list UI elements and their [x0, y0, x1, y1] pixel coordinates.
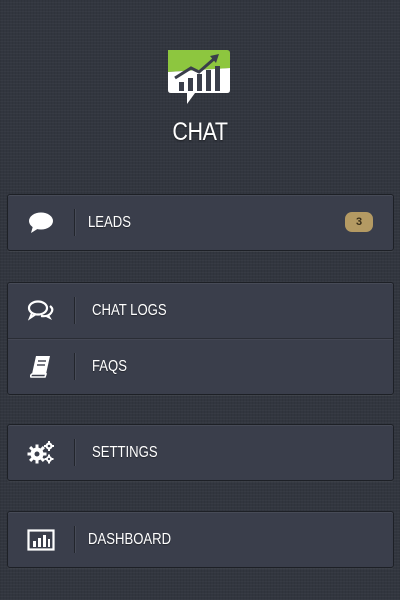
- gears-icon: [8, 425, 74, 480]
- menu-item-label: LEADS: [88, 214, 132, 231]
- item-divider: [74, 297, 75, 324]
- content-group: CHAT LOGS FAQS: [7, 282, 394, 395]
- menu-item-faqs[interactable]: FAQS: [8, 338, 393, 394]
- menu-item-label: CHAT LOGS: [92, 302, 167, 319]
- menu-item-label: FAQS: [92, 358, 128, 375]
- menu-item-label: SETTINGS: [92, 444, 158, 461]
- menu-item-dashboard[interactable]: DASHBOARD: [8, 512, 393, 567]
- item-divider: [74, 439, 75, 466]
- speech-bubble-icon: [8, 195, 74, 250]
- bar-chart-icon: [8, 512, 74, 567]
- app-title: CHAT: [172, 118, 228, 146]
- menu-item-leads[interactable]: LEADS 3: [8, 195, 393, 250]
- leads-group: LEADS 3: [7, 194, 394, 251]
- menu-item-chat-logs[interactable]: CHAT LOGS: [8, 283, 393, 338]
- book-icon: [8, 339, 74, 394]
- app-logo: [165, 48, 233, 106]
- item-divider: [74, 526, 75, 553]
- settings-group: SETTINGS: [7, 424, 394, 481]
- leads-count-badge: 3: [345, 212, 373, 232]
- item-divider: [74, 209, 75, 236]
- menu-item-label: DASHBOARD: [88, 531, 172, 548]
- item-divider: [74, 353, 75, 380]
- conversation-icon: [8, 283, 74, 338]
- dashboard-group: DASHBOARD: [7, 511, 394, 568]
- menu-item-settings[interactable]: SETTINGS: [8, 425, 393, 480]
